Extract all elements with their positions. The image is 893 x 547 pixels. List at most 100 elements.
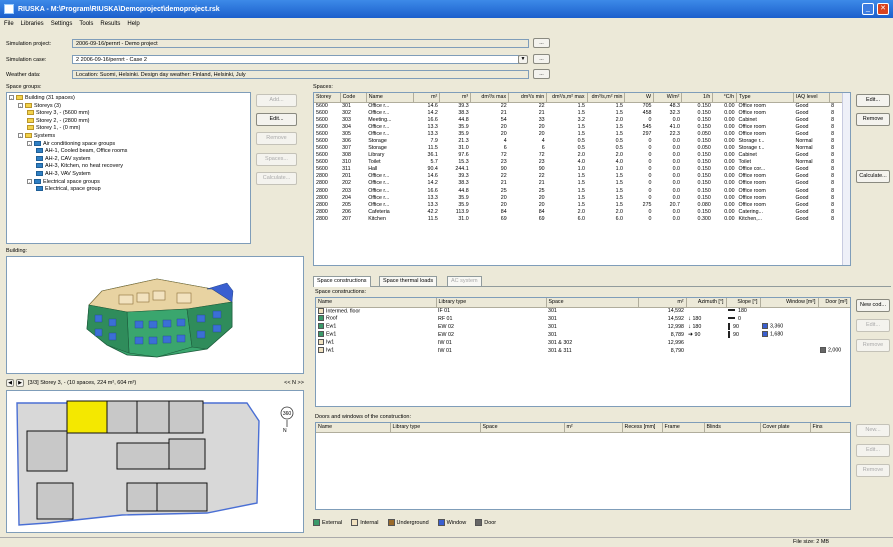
table-row[interactable]: 5600 308 Library 36.1 97.6 72 72 2.0 2.0 0 0.0 0.15…	[314, 152, 844, 159]
table-row[interactable]: 5600 303 Meeting... 16.6 44.8 54 33 3.2 2.0 0 0.0 0…	[314, 117, 844, 124]
menu-tools[interactable]: Tools	[79, 21, 93, 27]
doors-windows-column-header[interactable]: Name	[316, 423, 391, 433]
table-row[interactable]: Intermed. floor IF 01 301 14,592 180	[316, 307, 850, 315]
doors-windows-column-header[interactable]: Space	[480, 423, 565, 433]
floor-plan-view[interactable]: 360 N	[6, 390, 304, 533]
table-row[interactable]: 2800 207 Kitchen 11.5 31.0 69 69 6.0 6.0 0 0.0 0.30…	[314, 216, 844, 223]
doors-windows-column-header[interactable]: Cover plate	[760, 423, 811, 433]
table-row[interactable]: 5600 304 Office r... 13.3 35.9 20 20 1.5 1.5 545 4…	[314, 124, 844, 131]
remove-opening-button[interactable]: Remove	[856, 464, 890, 477]
space-groups-tree[interactable]: - Building (31 spaces) - Storeys (3) Storey …	[6, 92, 251, 244]
tree-node[interactable]: - Electrical space groups	[9, 179, 248, 187]
tree-node[interactable]: AH-3, Kitchen, no heat recovery	[9, 163, 248, 171]
table-row[interactable]: Iw1 IW 01 301 & 302 12,996	[316, 339, 850, 347]
group-add-button[interactable]: Add...	[256, 94, 297, 107]
project-field[interactable]: 2006-09-16/pernrt - Demo project	[72, 39, 529, 48]
tree-node[interactable]: AH-3, VAV System	[9, 171, 248, 179]
table-row[interactable]: 2800 203 Office r... 16.6 44.8 25 25 1.5 1.5 0 0.0…	[314, 188, 844, 195]
prev-floor-button[interactable]: ◀	[6, 379, 14, 387]
tab-space-thermal-loads[interactable]: Space thermal loads	[379, 276, 438, 286]
group-edit-button[interactable]: Edit...	[256, 113, 297, 126]
spaces-column-header[interactable]: dm³/s min	[508, 93, 548, 103]
spaces-column-header[interactable]: Name	[366, 93, 415, 103]
spaces-column-header[interactable]: m³	[439, 93, 472, 103]
case-browse-button[interactable]: ...	[533, 54, 550, 64]
tree-node[interactable]: AH-2, CAV system	[9, 156, 248, 164]
table-row[interactable]: 5600 302 Office r... 14.2 38.3 21 21 1.5 1.5 458 3…	[314, 110, 844, 117]
doors-windows-column-header[interactable]: Blinds	[704, 423, 761, 433]
edit-opening-button[interactable]: Edit...	[856, 444, 890, 457]
table-row[interactable]: 2800 206 Cafeteria 42.2 113.9 84 84 2.0 2.0 0 0.0 0…	[314, 209, 844, 216]
spaces-column-header[interactable]: m²	[413, 93, 441, 103]
edit-construction-button[interactable]: Edit...	[856, 319, 890, 332]
tree-node[interactable]: Storey 3, - (5600 mm)	[9, 110, 248, 118]
zoom-control[interactable]: << N >>	[284, 380, 304, 386]
doors-windows-table[interactable]: Name Library type Space m² Recess [mm] Frame B…	[315, 422, 851, 510]
close-button[interactable]: ✕	[877, 3, 889, 15]
group-remove-button[interactable]: Remove	[256, 132, 297, 145]
spaces-column-header[interactable]: 1/h	[681, 93, 714, 103]
table-row[interactable]: Ew1 EW 02 301 8,789 ➜ 90 90 1,680	[316, 331, 850, 339]
project-browse-button[interactable]: ...	[533, 38, 550, 48]
expand-toggle-icon[interactable]: -	[18, 102, 23, 108]
spaces-column-header[interactable]: dm³/s,m² min	[587, 93, 626, 103]
menu-settings[interactable]: Settings	[51, 21, 73, 27]
constructions-table[interactable]: Name Library type Space m² Azimuth [°] Slope …	[315, 297, 851, 407]
menu-file[interactable]: File	[4, 21, 14, 27]
space-calculate-button[interactable]: Calculate...	[856, 170, 890, 183]
weather-field[interactable]: Location: Suomi, Helsinki. Design day we…	[72, 70, 529, 79]
weather-browse-button[interactable]: ...	[533, 69, 550, 79]
expand-toggle-icon[interactable]: -	[18, 133, 23, 139]
constructions-column-header[interactable]: Name	[316, 298, 437, 308]
table-row[interactable]: Iw1 IW 01 301 & 311 8,790 2,000	[316, 347, 850, 355]
menu-libraries[interactable]: Libraries	[21, 21, 44, 27]
spaces-column-header[interactable]: dm³/s,m² max	[546, 93, 588, 103]
spaces-column-header[interactable]: IAQ level	[793, 93, 830, 103]
constructions-column-header[interactable]: m²	[638, 298, 687, 308]
menu-results[interactable]: Results	[100, 21, 120, 27]
table-row[interactable]: Ew1 EW 02 301 12,998 ↓ 180 90 3,360	[316, 323, 850, 331]
tree-node[interactable]: Storey 1, - (0 mm)	[9, 125, 248, 133]
spaces-column-header[interactable]: Code	[340, 93, 367, 103]
new-opening-button[interactable]: New...	[856, 424, 890, 437]
menu-help[interactable]: Help	[127, 21, 139, 27]
spaces-column-header[interactable]: Type	[736, 93, 795, 103]
constructions-column-header[interactable]: Window [m²]	[760, 298, 819, 308]
table-row[interactable]: 2800 204 Office r... 13.3 35.9 20 20 1.5 1.5 0 0.0…	[314, 195, 844, 202]
tree-node[interactable]: - Building (31 spaces)	[9, 95, 248, 103]
group-spaces-button[interactable]: Spaces...	[256, 153, 297, 166]
constructions-column-header[interactable]: Space	[546, 298, 639, 308]
table-row[interactable]: 5600 310 Toilet 5.7 15.3 23 23 4.0 4.0 0 0.0 0.150 0…	[314, 159, 844, 166]
remove-construction-button[interactable]: Remove	[856, 339, 890, 352]
spaces-column-header[interactable]: Storey	[314, 93, 341, 103]
doors-windows-column-header[interactable]: Fins	[810, 423, 850, 433]
chevron-down-icon[interactable]: ▼	[518, 55, 528, 64]
spaces-column-header[interactable]: dm³/s max	[470, 93, 510, 103]
tree-node[interactable]: - Storeys (3)	[9, 103, 248, 111]
next-floor-button[interactable]: ▶	[16, 379, 24, 387]
building-3d-view[interactable]	[6, 256, 304, 374]
space-edit-button[interactable]: Edit...	[856, 94, 890, 107]
doors-windows-column-header[interactable]: Library type	[390, 423, 481, 433]
doors-windows-column-header[interactable]: m²	[564, 423, 623, 433]
new-construction-button[interactable]: New cod...	[856, 299, 890, 312]
table-row[interactable]: 2800 205 Office r... 13.3 35.9 20 20 1.5 1.5 275 2…	[314, 202, 844, 209]
table-row[interactable]: 2800 201 Office r... 14.6 39.3 22 22 1.5 1.5 0 0.0…	[314, 173, 844, 180]
constructions-column-header[interactable]: Azimuth [°]	[686, 298, 727, 308]
table-row[interactable]: 5600 307 Storage 11.5 31.0 6 6 0.5 0.5 0 0.0 0.050 0…	[314, 145, 844, 152]
doors-windows-column-header[interactable]: Recess [mm]	[622, 423, 663, 433]
tree-node[interactable]: AH-1, Cooled beam, Office rooms	[9, 148, 248, 156]
constructions-column-header[interactable]: Door [m²]	[818, 298, 850, 308]
table-row[interactable]: 5600 305 Office r... 13.3 35.9 20 20 1.5 1.5 297 2…	[314, 131, 844, 138]
table-row[interactable]: Roof RF 01 301 14,592 ↓ 180 0	[316, 315, 850, 323]
tab-space-constructions[interactable]: Space constructions	[313, 276, 371, 287]
doors-windows-column-header[interactable]: Frame	[662, 423, 705, 433]
spaces-column-header[interactable]: W/m²	[653, 93, 683, 103]
expand-toggle-icon[interactable]: -	[9, 95, 14, 101]
tree-node[interactable]: Storey 2, - (2800 mm)	[9, 118, 248, 126]
table-row[interactable]: 5600 301 Office r... 14.6 39.3 22 22 1.5 1.5 705 4…	[314, 102, 844, 110]
group-calculate-button[interactable]: Calculate...	[256, 172, 297, 185]
constructions-column-header[interactable]: Slope [°]	[726, 298, 761, 308]
constructions-column-header[interactable]: Library type	[436, 298, 547, 308]
expand-toggle-icon[interactable]: -	[27, 140, 32, 146]
